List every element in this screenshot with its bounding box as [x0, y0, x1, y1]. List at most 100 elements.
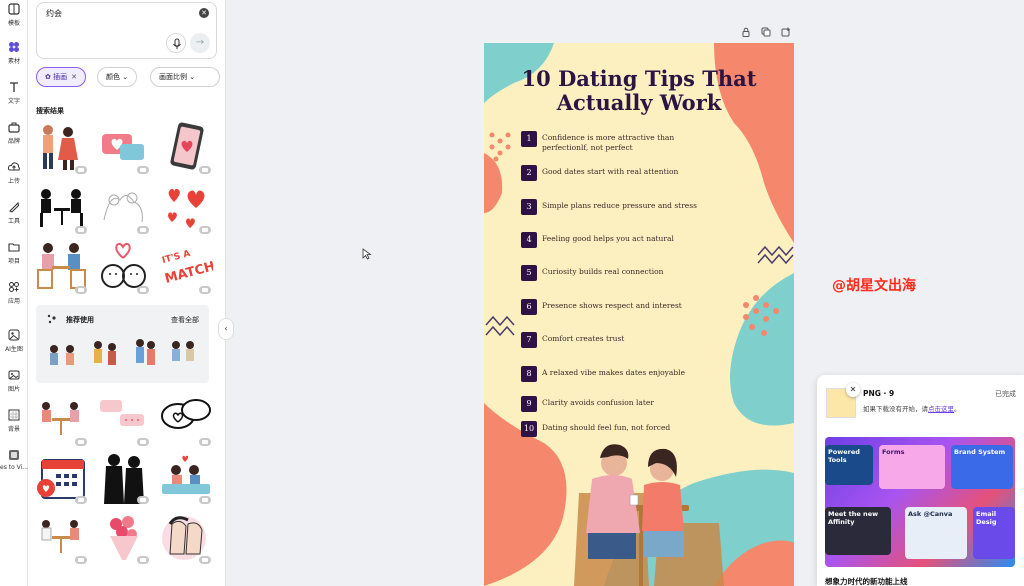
- result-thumb[interactable]: [96, 240, 151, 295]
- result-thumb[interactable]: IT'S A MATCH!: [158, 240, 222, 295]
- tip-text: A relaxed vibe makes dates enjoyable: [542, 368, 686, 377]
- promo-title: 想象力时代的新功能上线: [825, 577, 908, 586]
- brand-icon: [8, 122, 20, 133]
- tip-text: Dating should feel fun, not forced: [542, 423, 671, 432]
- duplicate-icon[interactable]: [761, 27, 771, 37]
- premium-icon: [199, 286, 211, 294]
- collapse-panel-button[interactable]: ‹: [218, 318, 234, 340]
- premium-icon: [75, 166, 87, 174]
- result-thumb[interactable]: [96, 510, 151, 565]
- rail-item-text[interactable]: 文字: [0, 80, 28, 105]
- clear-icon[interactable]: ✕: [199, 8, 209, 18]
- result-thumb[interactable]: [96, 392, 151, 447]
- view-all-link[interactable]: 查看全部: [171, 315, 199, 325]
- filter-chip-color[interactable]: 颜色 ⌄: [97, 67, 138, 87]
- rail-item-brand[interactable]: 品牌: [0, 120, 28, 145]
- result-thumb[interactable]: [34, 240, 89, 295]
- result-thumb[interactable]: [158, 120, 213, 175]
- add-page-icon[interactable]: [781, 27, 791, 37]
- tools-icon: [9, 201, 20, 213]
- promo-tile: Forms: [879, 445, 945, 489]
- result-thumb[interactable]: [158, 180, 213, 235]
- tip-number: 5: [521, 265, 537, 281]
- tip-number: 4: [521, 232, 537, 248]
- rail-label: 项目: [7, 258, 20, 265]
- rail-item-photos[interactable]: 图片: [0, 368, 28, 393]
- tip-text: Simple plans reduce pressure and stress: [542, 201, 697, 210]
- tip-text: Curiosity builds real connection: [542, 267, 664, 276]
- download-status: 已完成: [995, 390, 1016, 398]
- rail-item-apps[interactable]: 应用: [0, 280, 28, 305]
- recommended-thumb[interactable]: [166, 337, 200, 373]
- result-thumb[interactable]: [34, 180, 89, 235]
- rail-item-background[interactable]: 背景: [0, 408, 28, 433]
- premium-icon: [75, 496, 87, 504]
- elements-panel: 约会 ✕ → ✿ 插画 ✕ 颜色 ⌄ 画面比例 ⌄ 搜索结果 IT'S A MA…: [28, 0, 226, 586]
- rail-label: 上传: [7, 178, 20, 185]
- download-notification: ✕ PNG · 9 已完成 如果下载没有开始，请点击这里。 Forms Bran…: [817, 375, 1024, 586]
- design-canvas[interactable]: 10 Dating Tips That Actually Work 1 Confi…: [484, 43, 794, 586]
- retry-download-link[interactable]: 点击这里: [928, 405, 954, 413]
- premium-icon: [199, 438, 211, 446]
- rail-label: 品牌: [7, 138, 20, 145]
- tip-text: Feeling good helps you act natural: [542, 234, 674, 243]
- lock-icon[interactable]: [741, 27, 751, 37]
- upload-icon: [7, 162, 20, 171]
- mouse-cursor-icon: [362, 248, 372, 260]
- result-thumb[interactable]: [34, 392, 89, 447]
- chevron-down-icon: ⌄: [189, 73, 196, 81]
- promo-tile: Powered Tools: [825, 445, 873, 485]
- rail-item-template[interactable]: 模板: [0, 2, 28, 27]
- premium-icon: [199, 166, 211, 174]
- download-hint: 如果下载没有开始，请点击这里。: [863, 405, 961, 413]
- rail-label: AI生图: [5, 346, 23, 353]
- filter-chip-ratio[interactable]: 画面比例 ⌄: [150, 67, 220, 87]
- svg-text:IT'S A: IT'S A: [161, 249, 191, 266]
- premium-icon: [137, 556, 149, 564]
- poster-title[interactable]: 10 Dating Tips That Actually Work: [484, 67, 794, 115]
- close-notification-button[interactable]: ✕: [846, 383, 860, 397]
- chevron-left-icon: ‹: [224, 324, 228, 333]
- recommended-thumb[interactable]: [44, 341, 82, 373]
- tip-number: 7: [521, 332, 537, 348]
- result-thumb[interactable]: [158, 392, 213, 447]
- promo-tile: Email Desig: [973, 507, 1015, 559]
- remove-filter-icon[interactable]: ✕: [71, 73, 77, 81]
- search-input[interactable]: 约会: [46, 8, 62, 19]
- rail-label: 图片: [7, 386, 20, 393]
- result-thumb[interactable]: [96, 180, 151, 235]
- rail-item-tools[interactable]: 工具: [0, 200, 28, 225]
- search-box[interactable]: 约会 ✕ →: [36, 2, 217, 59]
- microphone-button[interactable]: [166, 33, 186, 53]
- photos-icon: [8, 370, 20, 380]
- rail-item-elements[interactable]: 素材: [0, 40, 28, 65]
- filter-chip-style[interactable]: ✿ 插画 ✕: [36, 67, 86, 87]
- rail-item-video[interactable]: es to Vi...: [0, 448, 28, 471]
- rail-item-upload[interactable]: 上传: [0, 160, 28, 185]
- rail-item-projects[interactable]: 项目: [0, 240, 28, 265]
- premium-icon: [75, 226, 87, 234]
- result-thumb[interactable]: [96, 120, 151, 175]
- result-thumb[interactable]: [34, 450, 89, 505]
- premium-icon: [137, 496, 149, 504]
- promo-banner[interactable]: Forms Brand System Ask @Canva Meet the n…: [825, 437, 1015, 567]
- result-thumb[interactable]: [96, 450, 151, 505]
- rail-item-ai-image[interactable]: AI生图: [0, 328, 28, 353]
- result-thumb[interactable]: [34, 510, 89, 565]
- premium-icon: [137, 438, 149, 446]
- send-button[interactable]: →: [190, 33, 210, 53]
- result-thumb[interactable]: [158, 510, 213, 565]
- premium-icon: [199, 496, 211, 504]
- premium-icon: [75, 286, 87, 294]
- rail-label: es to Vi...: [0, 464, 28, 471]
- rail-label: 模板: [7, 20, 20, 27]
- tip-number: 3: [521, 199, 537, 215]
- tip-number: 1: [521, 131, 537, 147]
- premium-icon: [75, 438, 87, 446]
- recommended-thumb[interactable]: [86, 337, 124, 373]
- recommended-thumb[interactable]: [130, 337, 160, 373]
- result-thumb[interactable]: [34, 120, 89, 175]
- elements-icon: [9, 42, 19, 52]
- result-thumb[interactable]: [158, 450, 213, 505]
- premium-icon: [137, 166, 149, 174]
